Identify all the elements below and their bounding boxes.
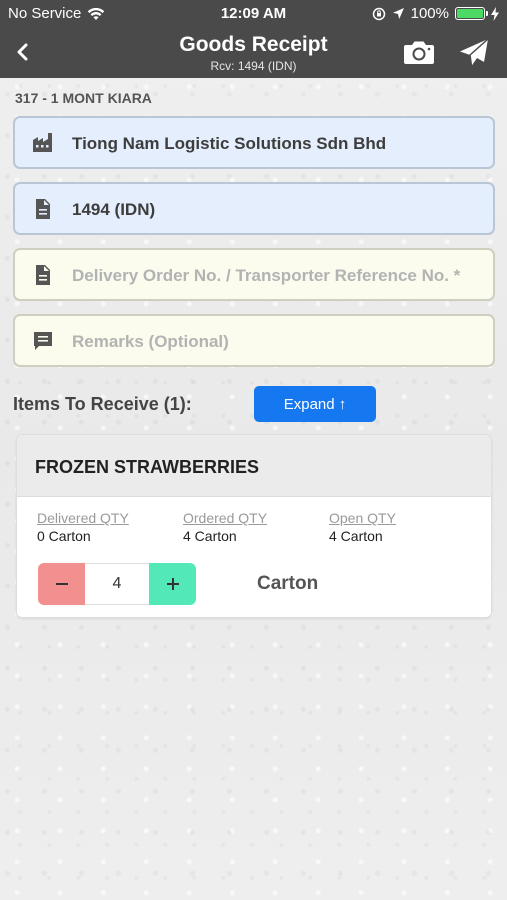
ordered-qty-value: 4 Carton [183, 528, 237, 544]
status-right: 100% [372, 5, 499, 22]
decrement-button[interactable] [38, 563, 85, 605]
delivered-qty: Delivered QTY 0 Carton [37, 510, 129, 544]
send-icon[interactable] [458, 37, 490, 69]
document-icon [36, 199, 50, 219]
delivered-qty-value: 0 Carton [37, 528, 91, 544]
remarks-placeholder: Remarks (Optional) [72, 332, 229, 351]
increment-button[interactable] [149, 563, 196, 605]
expand-button[interactable]: Expand ↑ [254, 386, 376, 422]
supplier-name: Tiong Nam Logistic Solutions Sdn Bhd [72, 134, 387, 153]
battery-level [457, 9, 483, 18]
status-bar: No Service 12:09 AM 100% [0, 0, 507, 28]
battery-percent: 100% [410, 5, 449, 22]
quantity-input[interactable]: 4 [85, 563, 149, 605]
camera-icon[interactable] [403, 38, 435, 66]
quantity-stepper: 4 [38, 563, 196, 605]
factory-icon [33, 133, 52, 152]
open-qty-label[interactable]: Open QTY [329, 510, 396, 526]
ordered-qty: Ordered QTY 4 Carton [183, 510, 267, 544]
minus-icon [55, 583, 68, 585]
remarks-input[interactable]: Remarks (Optional) [13, 314, 495, 367]
delivered-qty-label[interactable]: Delivered QTY [37, 510, 129, 526]
receipt-field: 1494 (IDN) [13, 182, 495, 235]
items-to-receive-label: Items To Receive (1): [13, 394, 192, 414]
plus-icon [166, 578, 179, 590]
item-name: FROZEN STRAWBERRIES [35, 457, 260, 477]
document-icon [36, 265, 50, 285]
delivery-order-input[interactable]: Delivery Order No. / Transporter Referen… [13, 248, 495, 301]
quantity-unit: Carton [257, 573, 319, 594]
location-label: 317 - 1 MONT KIARA [15, 90, 152, 106]
charging-bolt-icon [491, 6, 499, 21]
open-qty: Open QTY 4 Carton [329, 510, 396, 544]
open-qty-value: 4 Carton [329, 528, 383, 544]
supplier-field: Tiong Nam Logistic Solutions Sdn Bhd [13, 116, 495, 169]
item-card: FROZEN STRAWBERRIES Delivered QTY 0 Cart… [16, 434, 492, 618]
ordered-qty-label[interactable]: Ordered QTY [183, 510, 267, 526]
receipt-number: 1494 (IDN) [72, 200, 156, 219]
comment-icon [34, 332, 52, 350]
rotation-lock-icon [372, 7, 385, 20]
delivery-order-placeholder: Delivery Order No. / Transporter Referen… [72, 266, 461, 285]
battery-icon [455, 7, 488, 20]
navigation-bar: Goods Receipt Rcv: 1494 (IDN) [0, 28, 507, 78]
location-arrow-icon [392, 8, 404, 19]
